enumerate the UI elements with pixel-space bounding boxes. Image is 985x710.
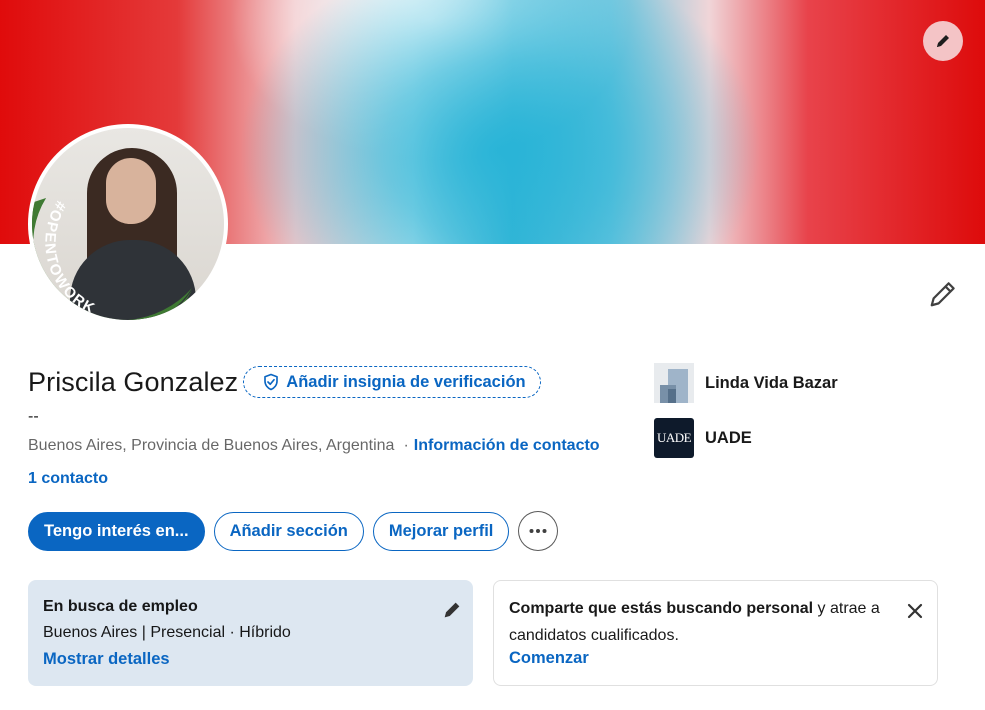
edit-cover-button[interactable]	[923, 21, 963, 61]
dismiss-hiring-card-button[interactable]	[903, 599, 927, 623]
hiring-text: Comparte que estás buscando personal y a…	[509, 595, 901, 649]
profile-name: Priscila Gonzalez	[28, 366, 239, 397]
add-verification-badge-button[interactable]: Añadir insignia de verificación	[243, 366, 541, 398]
edit-intro-pencil-icon[interactable]	[928, 279, 958, 309]
separator-dot: ·	[403, 437, 409, 454]
shield-check-icon	[264, 373, 279, 391]
pencil-icon	[937, 35, 949, 47]
profile-photo[interactable]: #OPENTOWORK	[28, 124, 228, 324]
org-name: UADE	[705, 428, 752, 447]
connections-link[interactable]: 1 contacto	[28, 470, 108, 488]
name-row: Priscila Gonzalez Añadir insignia de ver…	[28, 366, 541, 398]
open-to-button[interactable]: Tengo interés en...	[28, 511, 205, 551]
open-to-work-frame: #OPENTOWORK	[32, 198, 192, 320]
open-to-work-card[interactable]: En busca de empleo Buenos Aires | Presen…	[28, 580, 473, 686]
building-placeholder-icon	[654, 363, 694, 403]
org-item-uade[interactable]: UADE UADE	[654, 418, 838, 458]
contact-info-link[interactable]: Información de contacto	[414, 437, 600, 455]
hiring-card: Comparte que estás buscando personal y a…	[493, 580, 938, 686]
profile-actions: Tengo interés en... Añadir sección Mejor…	[28, 511, 559, 551]
show-details-link[interactable]: Mostrar detalles	[43, 650, 170, 669]
add-section-button[interactable]: Añadir sección	[213, 511, 364, 551]
start-hiring-link[interactable]: Comenzar	[509, 649, 589, 668]
avatar: #OPENTOWORK	[32, 128, 224, 320]
verify-badge-label: Añadir insignia de verificación	[286, 372, 526, 391]
organizations-list: Linda Vida Bazar UADE UADE	[654, 363, 838, 473]
hiring-text-bold: Comparte que estás buscando personal	[509, 600, 814, 617]
profile-location: Buenos Aires, Provincia de Buenos Aires,…	[28, 437, 395, 454]
open-to-work-text: #OPENTOWORK	[41, 198, 97, 318]
more-horizontal-icon	[529, 529, 547, 533]
location-row: Buenos Aires, Provincia de Buenos Aires,…	[28, 437, 600, 455]
org-item-linda-vida-bazar[interactable]: Linda Vida Bazar	[654, 363, 838, 403]
org-name: Linda Vida Bazar	[705, 373, 838, 392]
uade-logo: UADE	[654, 418, 694, 458]
open-to-work-title: En busca de empleo	[43, 598, 198, 615]
improve-profile-button[interactable]: Mejorar perfil	[372, 511, 510, 551]
profile-headline: --	[28, 408, 39, 425]
edit-open-to-work-pencil-icon[interactable]	[441, 599, 463, 621]
svg-text:#OPENTOWORK: #OPENTOWORK	[41, 198, 98, 318]
close-icon	[907, 603, 923, 619]
more-actions-button[interactable]	[518, 511, 559, 551]
open-to-work-details: Buenos Aires | Presencial · Híbrido	[43, 624, 291, 641]
